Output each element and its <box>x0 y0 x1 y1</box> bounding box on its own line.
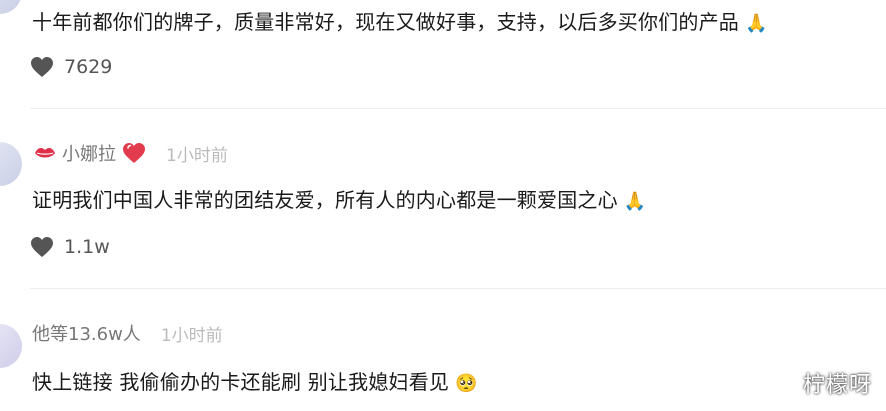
comment-text-content: 证明我们中国人非常的团结友爱，所有人的内心都是一颗爱国之心 <box>32 188 618 212</box>
pleading-face-emoji-icon: 🥺 <box>455 373 478 394</box>
praying-hands-emoji-icon: 🙏 <box>745 13 768 34</box>
red-heart-icon <box>122 142 146 164</box>
divider <box>30 288 886 289</box>
comment-time: 1小时前 <box>160 325 223 346</box>
author-name[interactable]: 小娜拉 <box>62 140 116 166</box>
comment-text: 证明我们中国人非常的团结友爱，所有人的内心都是一颗爱国之心 🙏 <box>32 184 646 213</box>
avatar[interactable] <box>0 324 22 368</box>
author-line: 小娜拉 1小时前 <box>34 140 228 166</box>
comment-text: 快上链接 我偷偷办的卡还能刷 别让我媳妇看见 🥺 <box>32 366 478 395</box>
comment-text: 十年前都你们的牌子，质量非常好，现在又做好事，支持，以后多买你们的产品 🙏 <box>32 6 768 35</box>
avatar[interactable] <box>0 0 22 14</box>
like-count: 7629 <box>64 56 113 78</box>
watermark-text: 柠檬呀 <box>802 373 872 398</box>
author-line: 他等13.6w人 1小时前 <box>32 320 223 346</box>
comment-text-content: 快上链接 我偷偷办的卡还能刷 别让我媳妇看见 <box>32 370 450 394</box>
avatar[interactable] <box>0 142 22 186</box>
like-button[interactable]: 7629 <box>30 56 112 78</box>
lips-icon <box>34 146 56 160</box>
author-name[interactable]: 他等13.6w人 <box>32 320 141 346</box>
comment-time: 1小时前 <box>166 145 228 166</box>
heart-icon <box>31 237 53 257</box>
divider <box>30 108 886 109</box>
like-count: 1.1w <box>64 236 110 258</box>
like-button[interactable]: 1.1w <box>30 236 110 258</box>
praying-hands-emoji-icon: 🙏 <box>623 191 647 212</box>
heart-icon <box>31 57 53 77</box>
comment-text-content: 十年前都你们的牌子，质量非常好，现在又做好事，支持，以后多买你们的产品 <box>32 10 739 34</box>
